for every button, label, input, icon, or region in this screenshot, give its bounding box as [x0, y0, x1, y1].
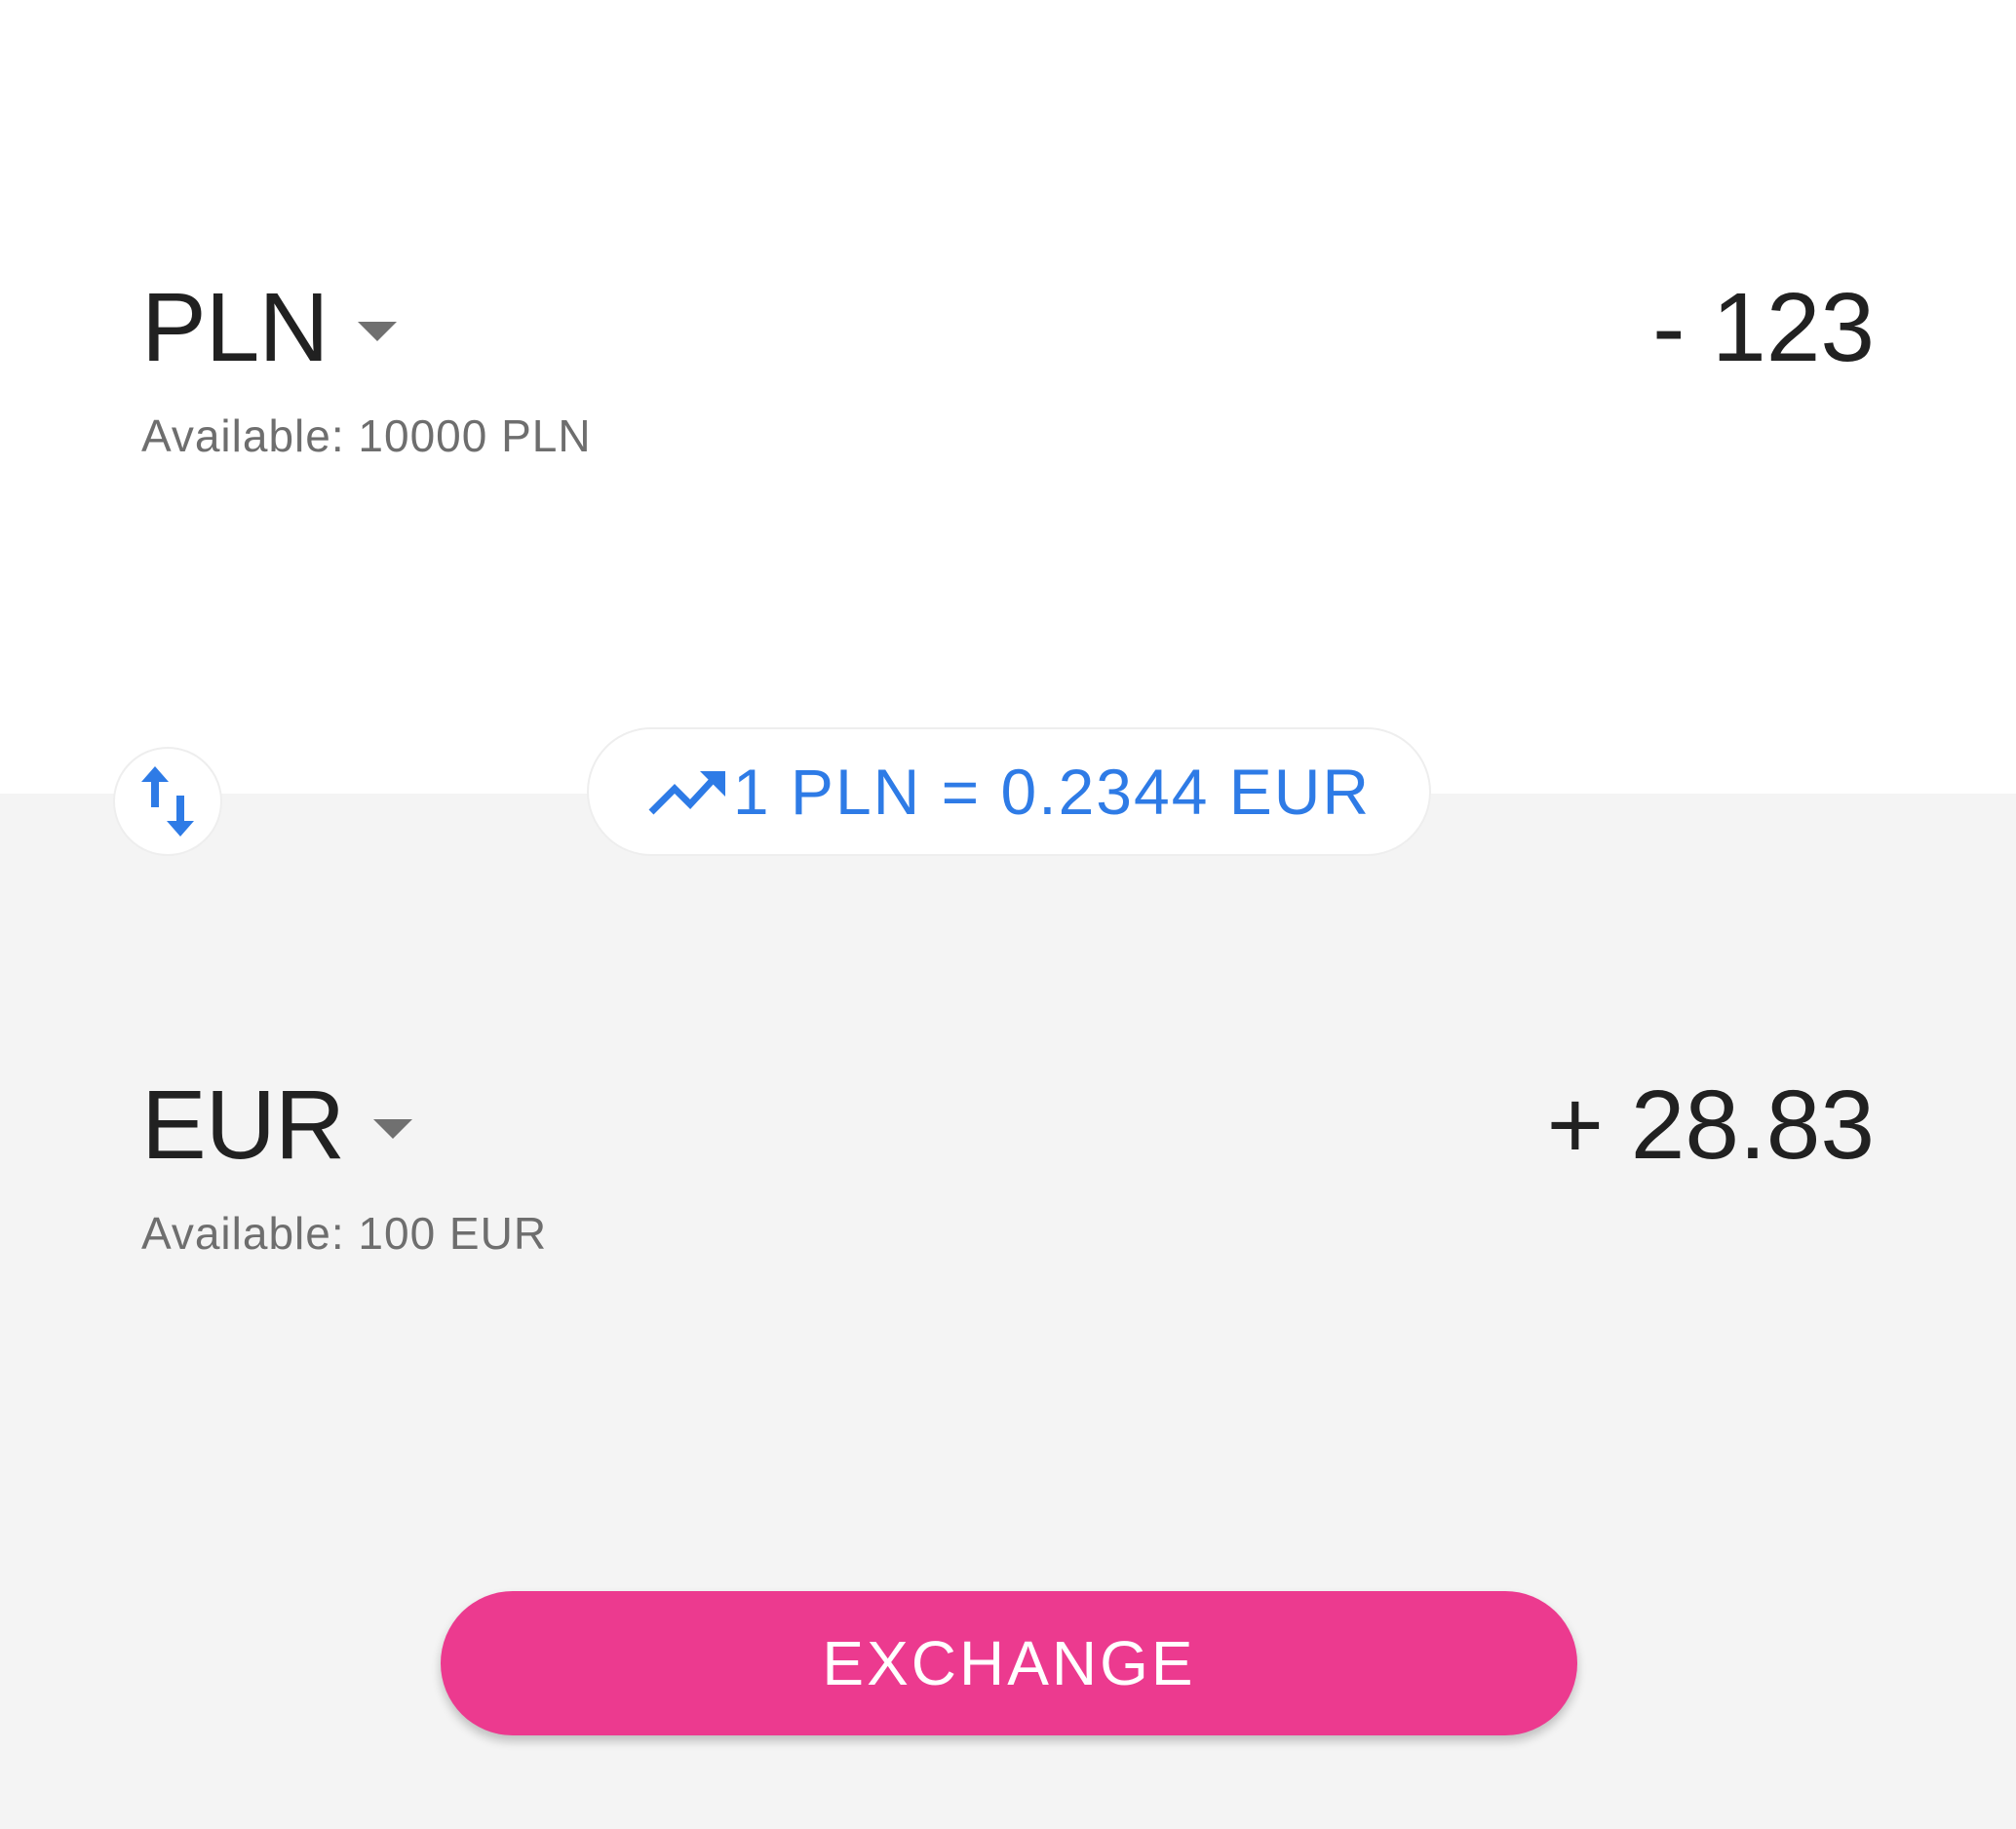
exchange-button[interactable]: EXCHANGE [441, 1591, 1577, 1735]
source-available-balance: Available: 10000 PLN [141, 410, 592, 461]
exchange-rate-text: 1 PLN = 0.2344 EUR [732, 756, 1372, 828]
target-currency-code: EUR [141, 1070, 345, 1180]
dropdown-caret-icon [357, 322, 397, 341]
source-currency-select[interactable]: PLN [141, 273, 397, 382]
target-currency-select[interactable]: EUR [141, 1070, 413, 1180]
dropdown-caret-icon [373, 1119, 413, 1139]
target-amount-input[interactable]: + 28.83 [1547, 1070, 1875, 1180]
source-amount-input[interactable]: - 123 [1652, 273, 1875, 382]
source-currency-code: PLN [141, 273, 330, 382]
target-currency-row: EUR Available: 100 EUR + 28.83 [141, 1070, 1875, 1265]
exchange-rate-badge: 1 PLN = 0.2344 EUR [587, 727, 1431, 856]
trending-up-icon [647, 767, 727, 816]
exchange-screen: PLN Available: 10000 PLN - 123 1 PLN = 0… [0, 0, 2016, 1829]
source-currency-row: PLN Available: 10000 PLN - 123 [141, 273, 1875, 468]
target-available-balance: Available: 100 EUR [141, 1208, 548, 1259]
swap-currencies-button[interactable] [113, 747, 222, 856]
swap-vertical-icon [141, 766, 194, 837]
